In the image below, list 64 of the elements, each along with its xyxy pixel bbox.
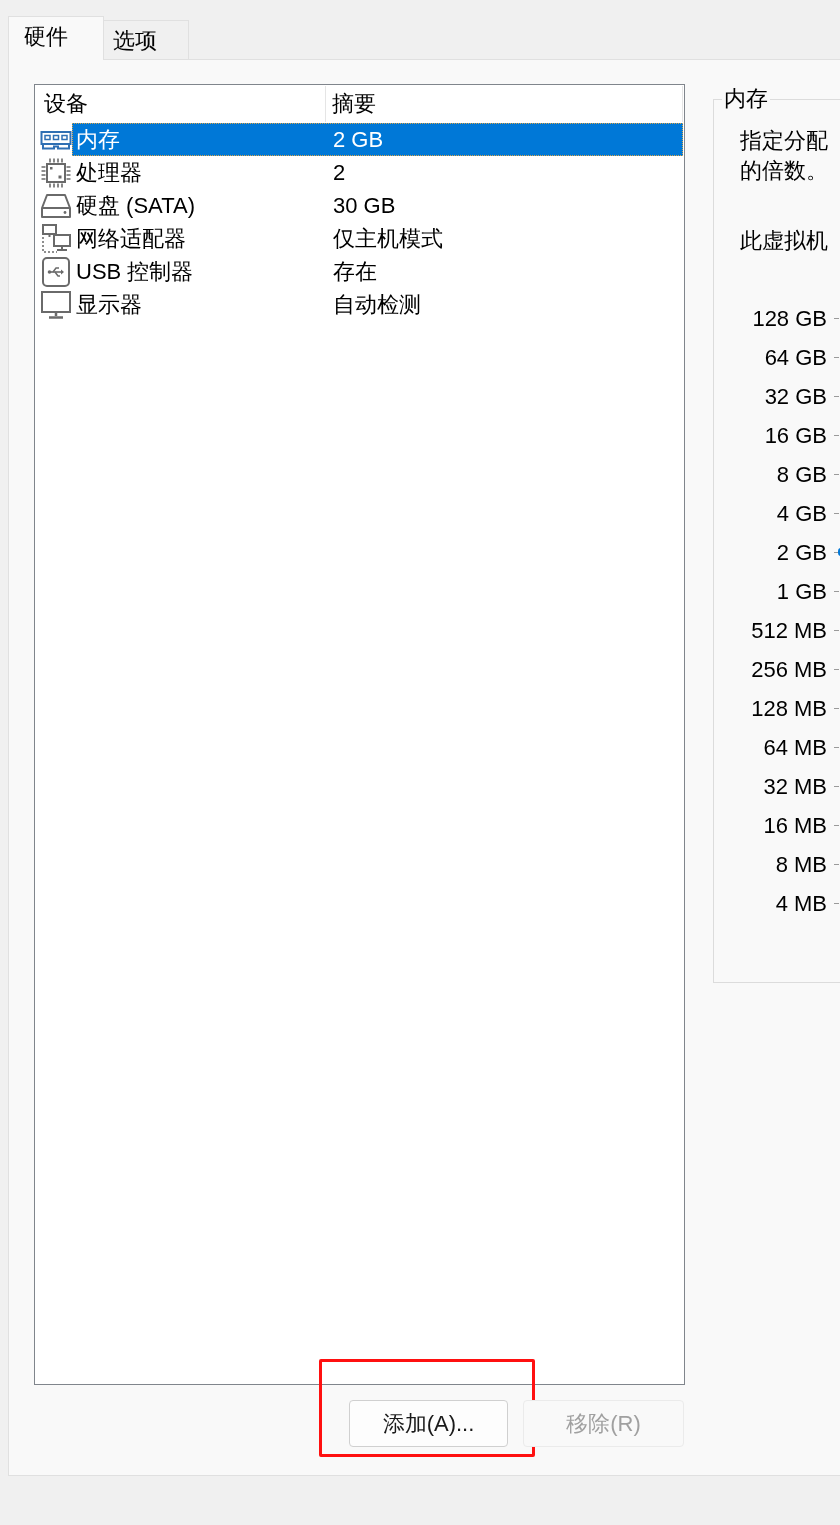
scale-tick xyxy=(834,591,839,592)
scale-tick xyxy=(834,357,839,358)
device-summary: 仅主机模式 xyxy=(333,225,443,253)
scale-label: 8 MB xyxy=(774,851,827,878)
monitor-icon xyxy=(40,288,72,321)
scale-tick xyxy=(834,396,839,397)
scale-label: 1 GB xyxy=(775,578,827,605)
device-summary: 2 xyxy=(333,159,346,187)
device-summary: 2 GB xyxy=(333,126,384,154)
device-name: USB 控制器 xyxy=(75,258,195,286)
scale-tick xyxy=(834,513,839,514)
scale-label: 64 GB xyxy=(763,344,827,371)
device-row[interactable]: 网络适配器 仅主机模式 xyxy=(72,222,683,255)
scale-tick xyxy=(834,630,839,631)
scale-tick xyxy=(834,669,839,670)
device-name: 硬盘 (SATA) xyxy=(75,192,196,220)
column-header[interactable]: 摘要 xyxy=(326,86,683,122)
description-text: 的倍数。 xyxy=(740,157,828,185)
scale-label: 4 GB xyxy=(775,500,827,527)
scale-label: 4 MB xyxy=(774,890,827,917)
scale-label: 2 GB xyxy=(775,539,827,566)
scale-label: 256 MB xyxy=(750,656,827,683)
device-row[interactable]: 显示器 自动检测 xyxy=(72,288,683,321)
device-summary: 30 GB xyxy=(333,192,396,220)
device-summary: 自动检测 xyxy=(333,291,421,319)
device-summary: 存在 xyxy=(333,258,377,286)
scale-tick xyxy=(834,825,839,826)
scale-label: 16 GB xyxy=(763,422,827,449)
group-title: 内存 xyxy=(723,87,769,112)
chip-icon xyxy=(40,156,72,189)
dialog-button[interactable]: 添加(A)... xyxy=(349,1400,508,1447)
device-row[interactable]: 硬盘 (SATA) 30 GB xyxy=(72,189,683,222)
scale-tick xyxy=(834,903,839,904)
scale-label: 512 MB xyxy=(750,617,827,644)
device-name: 显示器 xyxy=(75,291,143,319)
column-header[interactable]: 设备 xyxy=(35,86,326,122)
note-text: 此虚拟机 xyxy=(740,227,828,255)
device-name: 内存 xyxy=(75,126,121,154)
scale-tick xyxy=(834,708,839,709)
scale-label: 32 GB xyxy=(763,383,827,410)
scale-tick xyxy=(834,552,839,553)
scale-label: 64 MB xyxy=(762,734,827,761)
scale-label: 32 MB xyxy=(762,773,827,800)
device-name: 处理器 xyxy=(75,159,143,187)
scale-tick xyxy=(834,864,839,865)
scale-label: 8 GB xyxy=(775,461,827,488)
device-row[interactable]: 内存 2 GB xyxy=(72,123,683,156)
device-row[interactable]: USB 控制器 存在 xyxy=(72,255,683,288)
device-row[interactable]: 处理器 2 xyxy=(72,156,683,189)
scale-tick xyxy=(834,786,839,787)
tab[interactable]: 硬件 xyxy=(8,16,104,60)
scale-label: 16 MB xyxy=(762,812,827,839)
scale-tick xyxy=(834,747,839,748)
scale-label: 128 GB xyxy=(751,305,827,332)
device-name: 网络适配器 xyxy=(75,225,187,253)
usb-icon xyxy=(40,255,72,288)
memory-slider[interactable] xyxy=(833,318,840,904)
network-icon xyxy=(40,222,72,255)
scale-label: 128 MB xyxy=(750,695,827,722)
scale-tick xyxy=(834,435,839,436)
scale-tick xyxy=(834,474,839,475)
description-text: 指定分配 xyxy=(740,127,828,155)
tab[interactable]: 选项 xyxy=(104,20,189,59)
scale-tick xyxy=(834,318,839,319)
